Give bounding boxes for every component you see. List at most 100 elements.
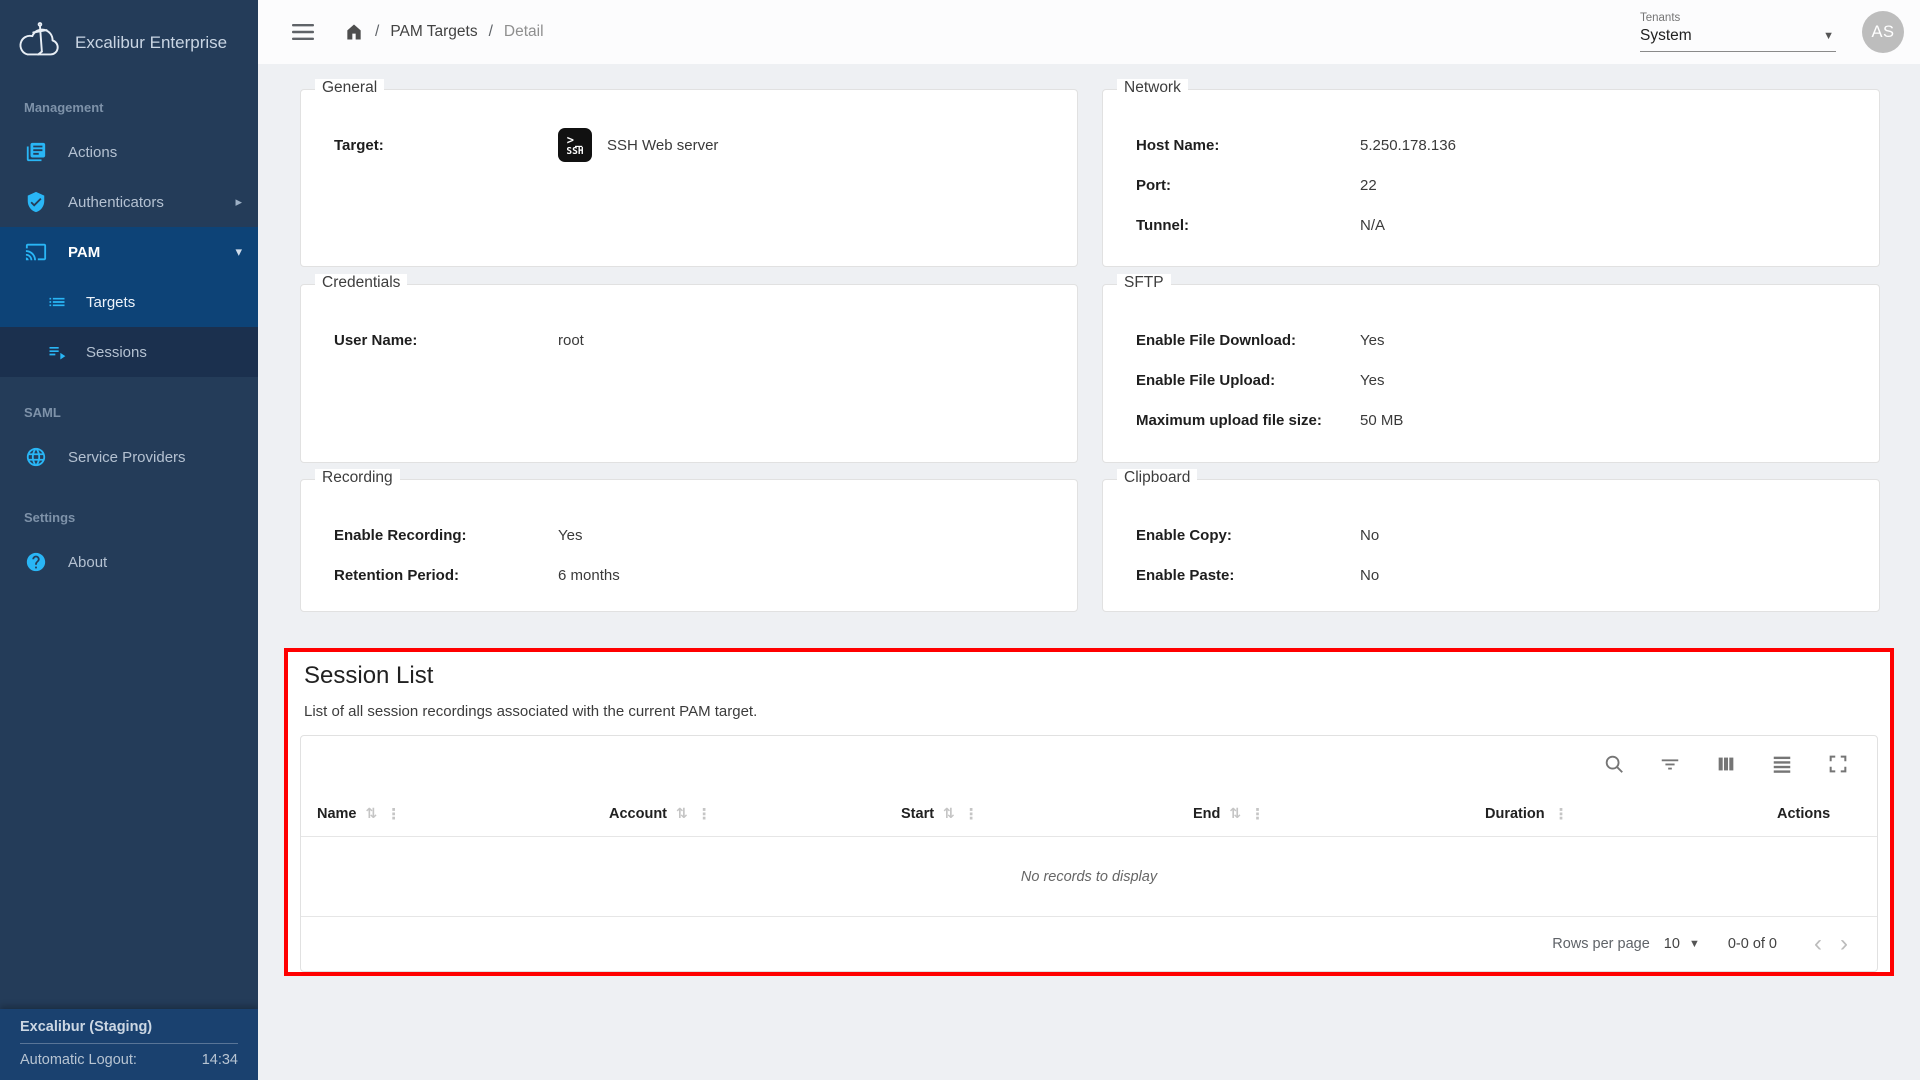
column-menu-icon[interactable]: ⋮ xyxy=(1250,805,1265,823)
search-icon[interactable] xyxy=(1603,753,1625,775)
detail-row-username: User Name: root xyxy=(334,329,1077,351)
panel-legend: General xyxy=(315,79,384,97)
brand: Excalibur Enterprise xyxy=(0,0,258,78)
sidebar-item-service-providers[interactable]: Service Providers xyxy=(0,432,258,482)
caret-down-icon: ▼ xyxy=(1823,30,1834,42)
field-value: 22 xyxy=(1360,177,1377,194)
field-label: Enable File Download: xyxy=(1136,332,1360,349)
caret-down-icon: ▼ xyxy=(1689,938,1700,950)
panel-legend: Network xyxy=(1117,79,1188,97)
verified-shield-icon xyxy=(24,190,48,214)
breadcrumb-separator: / xyxy=(375,23,379,41)
session-list-panel-highlighted: Session List List of all session recordi… xyxy=(284,648,1894,976)
panel-legend: SFTP xyxy=(1117,274,1171,292)
detail-row-enable-copy: Enable Copy: No xyxy=(1136,524,1879,546)
column-menu-icon[interactable]: ⋮ xyxy=(386,805,401,823)
sidebar-item-sessions[interactable]: Sessions xyxy=(0,327,258,377)
sort-icon[interactable]: ⇅ xyxy=(943,806,955,822)
field-label: Enable Paste: xyxy=(1136,567,1360,584)
column-menu-icon[interactable]: ⋮ xyxy=(964,805,979,823)
sidebar-item-targets[interactable]: Targets xyxy=(0,277,258,327)
hamburger-menu-icon[interactable] xyxy=(292,23,314,41)
table-toolbar xyxy=(301,736,1877,792)
panel-legend: Recording xyxy=(315,469,400,487)
breadcrumb: / PAM Targets / Detail xyxy=(344,22,544,42)
ssh-badge-prompt: >_ xyxy=(567,134,583,146)
tenants-select-group: Tenants System ▼ xyxy=(1640,12,1836,52)
help-circle-icon xyxy=(24,550,48,574)
field-label: Enable Copy: xyxy=(1136,527,1360,544)
empty-table-message: No records to display xyxy=(301,836,1877,917)
column-header-end[interactable]: End ⇅ ⋮ xyxy=(1193,805,1485,823)
filter-icon[interactable] xyxy=(1659,753,1681,775)
recording-panel: Recording Enable Recording: Yes Retentio… xyxy=(300,479,1078,612)
avatar-initials: AS xyxy=(1871,23,1894,42)
tenant-selected-value: System xyxy=(1640,27,1692,45)
column-menu-icon[interactable]: ⋮ xyxy=(697,805,712,823)
columns-icon[interactable] xyxy=(1715,753,1737,775)
home-icon[interactable] xyxy=(344,22,364,42)
column-label: Account xyxy=(609,806,667,822)
next-page-icon[interactable]: › xyxy=(1831,932,1857,956)
avatar[interactable]: AS xyxy=(1862,11,1904,53)
sort-icon[interactable]: ⇅ xyxy=(676,806,688,822)
rows-per-page-value: 10 xyxy=(1664,936,1680,952)
sort-icon[interactable]: ⇅ xyxy=(1229,806,1241,822)
field-value: 6 months xyxy=(558,567,620,584)
column-header-duration[interactable]: Duration ⋮ xyxy=(1485,805,1777,823)
sidebar-item-label: Service Providers xyxy=(68,449,242,466)
section-label-settings: Settings xyxy=(0,482,258,537)
breadcrumb-pam-targets[interactable]: PAM Targets xyxy=(390,23,477,41)
sort-icon[interactable]: ⇅ xyxy=(366,806,378,822)
top-bar: / PAM Targets / Detail Tenants System ▼ … xyxy=(258,0,1920,64)
detail-row-enable-recording: Enable Recording: Yes xyxy=(334,524,1077,546)
auto-logout-timer: 14:34 xyxy=(202,1052,238,1068)
ssh-badge-text: SSH xyxy=(566,147,583,157)
sidebar-item-label: About xyxy=(68,554,242,571)
brand-title: Excalibur Enterprise xyxy=(75,33,227,53)
detail-row-hostname: Host Name: 5.250.178.136 xyxy=(1136,134,1879,156)
playlist-play-icon xyxy=(46,341,68,363)
field-label: Enable Recording: xyxy=(334,527,558,544)
field-label: Maximum upload file size: xyxy=(1136,412,1360,429)
row-density-icon[interactable] xyxy=(1771,753,1793,775)
tenants-label: Tenants xyxy=(1640,12,1836,24)
session-list-title: Session List xyxy=(304,662,1874,690)
field-label: User Name: xyxy=(334,332,558,349)
column-header-account[interactable]: Account ⇅ ⋮ xyxy=(609,805,901,823)
panel-legend: Clipboard xyxy=(1117,469,1197,487)
field-value: Yes xyxy=(1360,372,1384,389)
rows-per-page-label: Rows per page xyxy=(1552,936,1650,952)
ssh-terminal-icon: >_ SSH xyxy=(558,128,592,162)
auto-logout-label: Automatic Logout: xyxy=(20,1052,137,1068)
column-header-name[interactable]: Name ⇅ ⋮ xyxy=(317,805,609,823)
detail-row-max-upload-size: Maximum upload file size: 50 MB xyxy=(1136,409,1879,431)
sidebar-item-pam[interactable]: PAM ▾ xyxy=(0,227,258,277)
field-value: No xyxy=(1360,527,1379,544)
column-menu-icon[interactable]: ⋮ xyxy=(1554,805,1569,823)
rows-per-page-select[interactable]: 10 ▼ xyxy=(1664,936,1700,952)
detail-row-file-upload: Enable File Upload: Yes xyxy=(1136,369,1879,391)
list-icon xyxy=(46,291,68,313)
column-label: Duration xyxy=(1485,806,1545,822)
field-label: Enable File Upload: xyxy=(1136,372,1360,389)
excalibur-cloud-sword-logo-icon xyxy=(16,22,62,64)
tenant-select[interactable]: System ▼ xyxy=(1640,24,1836,52)
field-value: N/A xyxy=(1360,217,1385,234)
field-value: Yes xyxy=(558,527,582,544)
detail-row-file-download: Enable File Download: Yes xyxy=(1136,329,1879,351)
breadcrumb-detail: Detail xyxy=(504,23,544,41)
detail-row-tunnel: Tunnel: N/A xyxy=(1136,214,1879,236)
sidebar-item-about[interactable]: About xyxy=(0,537,258,587)
column-header-start[interactable]: Start ⇅ ⋮ xyxy=(901,805,1193,823)
field-value: Yes xyxy=(1360,332,1384,349)
general-panel: General Target: >_ SSH SSH Web server xyxy=(300,89,1078,267)
previous-page-icon[interactable]: ‹ xyxy=(1805,932,1831,956)
sidebar-item-actions[interactable]: Actions xyxy=(0,127,258,177)
column-label: Start xyxy=(901,806,934,822)
field-value: 5.250.178.136 xyxy=(1360,137,1456,154)
cast-screen-icon xyxy=(24,240,48,264)
sidebar-item-label: Targets xyxy=(86,294,242,311)
fullscreen-icon[interactable] xyxy=(1827,753,1849,775)
sidebar-item-authenticators[interactable]: Authenticators ▸ xyxy=(0,177,258,227)
